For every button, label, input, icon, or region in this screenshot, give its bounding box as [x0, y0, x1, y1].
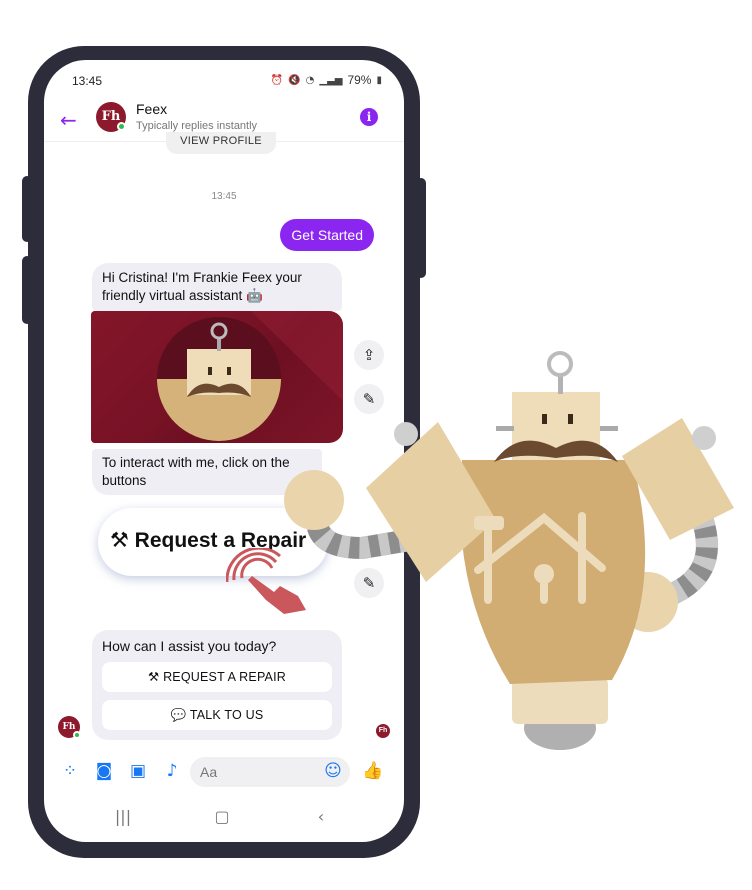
bot-greeting-bubble: Hi Cristina! I'm Frankie Feex your frien… [92, 263, 342, 311]
assist-question: How can I assist you today? [102, 638, 277, 654]
view-profile-button[interactable]: VIEW PROFILE [166, 132, 276, 154]
robot-mascot-illustration [284, 351, 734, 750]
page-status: Typically replies instantly [136, 120, 258, 132]
recents-icon[interactable]: ||| [108, 806, 138, 828]
phone-side-button [22, 256, 32, 324]
battery-percent: 79% [347, 73, 372, 87]
home-icon[interactable]: ▢ [207, 806, 237, 828]
apps-icon[interactable]: ⁘ [59, 760, 81, 782]
emoji-icon[interactable]: ☺ [322, 760, 344, 782]
battery-icon: ▮ [376, 74, 382, 86]
phone-side-button [416, 178, 426, 278]
phone-side-button [22, 176, 32, 242]
page-name[interactable]: Feex [136, 101, 167, 117]
info-icon[interactable]: i [360, 108, 378, 126]
camera-icon[interactable]: ◙ [93, 760, 115, 782]
back-arrow-icon[interactable]: ← [60, 108, 84, 132]
status-time: 13:45 [72, 74, 103, 88]
alarm-icon: ⏰ [270, 74, 284, 86]
message-composer: ⁘ ◙ ▣ ♪ Aa ☺ 👍 [44, 750, 404, 794]
status-icons: ⏰ 🔇 ◔ ▁▃▅ 79% ▮ [271, 73, 382, 87]
online-indicator [117, 122, 126, 131]
android-nav-bar: ||| ▢ ‹ [44, 802, 404, 832]
mute-icon: 🔇 [288, 74, 301, 86]
message-timestamp: 13:45 [211, 191, 237, 202]
signal-icon: ▁▃▅ [319, 74, 343, 86]
wifi-icon: ◔ [305, 74, 315, 86]
back-nav-icon[interactable]: ‹ [306, 806, 336, 828]
user-message-bubble: Get Started [280, 219, 374, 251]
online-indicator [73, 731, 81, 739]
thumbs-up-icon[interactable]: 👍 [362, 760, 384, 782]
mic-icon[interactable]: ♪ [161, 760, 183, 782]
status-bar: 13:45 ⏰ 🔇 ◔ ▁▃▅ 79% ▮ [44, 60, 404, 100]
gallery-icon[interactable]: ▣ [127, 760, 149, 782]
